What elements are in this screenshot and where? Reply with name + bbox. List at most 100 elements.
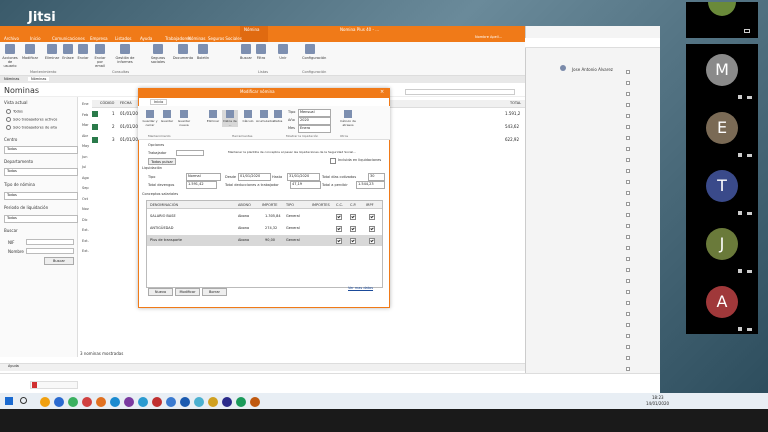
nif-input[interactable]	[26, 239, 74, 245]
dialog-toolbar-button-3[interactable]: Eliminar	[205, 110, 221, 123]
desde-input[interactable]: 01/01/2020	[238, 173, 271, 181]
taskbar-app-icon[interactable]	[124, 397, 134, 407]
month-item[interactable]: Ene	[82, 102, 89, 106]
dialog-close-icon[interactable]: ×	[380, 89, 384, 95]
dialog-button-2[interactable]: Borrar	[202, 288, 227, 296]
search-box[interactable]	[405, 89, 515, 95]
taskbar-search-icon[interactable]	[20, 397, 27, 404]
browser-checkbox[interactable]	[626, 246, 630, 250]
ano-input[interactable]: 2020	[298, 117, 331, 125]
browser-checkbox[interactable]	[626, 125, 630, 129]
taskbar-app-icon[interactable]	[222, 397, 232, 407]
table-header-4[interactable]: IMPORTES	[312, 203, 330, 207]
browser-checkbox[interactable]	[626, 213, 630, 217]
browser-checkbox[interactable]	[626, 290, 630, 294]
dialog-toolbar-button-9[interactable]: Cálculo de atrasos	[340, 110, 356, 127]
table-header-0[interactable]: DENOMINACIÓN	[150, 203, 178, 207]
participant-tile[interactable]: A	[686, 276, 758, 334]
browser-checkbox[interactable]	[626, 323, 630, 327]
browser-checkbox[interactable]	[626, 191, 630, 195]
browser-checkbox[interactable]	[626, 301, 630, 305]
month-item[interactable]: Abr	[82, 134, 88, 138]
cell-checkbox[interactable]	[350, 238, 356, 249]
table-header-1[interactable]: ABONO	[238, 203, 251, 207]
grid-header-codigo[interactable]: CÓDIGO	[100, 101, 114, 105]
month-item[interactable]: Feb	[82, 113, 88, 117]
dialog-button-0[interactable]: Nuevo	[148, 288, 173, 296]
taskbar-app-icon[interactable]	[236, 397, 246, 407]
participant-tile[interactable]: T	[686, 160, 758, 218]
tipo-select[interactable]: Todos	[4, 192, 78, 200]
browser-checkbox[interactable]	[626, 92, 630, 96]
taskbar-app-icon[interactable]	[180, 397, 190, 407]
ribbon-button-7[interactable]: Seguros sociales	[145, 44, 171, 74]
participant-tile[interactable]: M	[686, 44, 758, 102]
table-row[interactable]: ANTIGÜEDAD Abono 274,32 General	[147, 223, 382, 234]
incluida-checkbox[interactable]	[330, 158, 336, 166]
radio-activos[interactable]: Solo trabajadores activos	[6, 117, 57, 122]
ribbon-button-9[interactable]: Boletín	[190, 44, 216, 74]
screen-icon[interactable]	[744, 29, 750, 33]
browser-checkbox[interactable]	[626, 345, 630, 349]
ribbon-button-3[interactable]: Enlace	[60, 44, 76, 74]
dialog-toolbar-button-1[interactable]: Guardar	[159, 110, 175, 123]
tipo-select[interactable]: Mensual	[298, 109, 331, 117]
nombre-input[interactable]	[26, 248, 74, 254]
browser-user[interactable]: Jose Antonio Alvarez	[572, 67, 613, 72]
browser-checkbox[interactable]	[626, 235, 630, 239]
browser-checkbox[interactable]	[626, 257, 630, 261]
radio-alta[interactable]: Solo trabajadores de alta	[6, 125, 57, 130]
dialog-button-1[interactable]: Modificar	[175, 288, 200, 296]
month-item[interactable]: Nov	[82, 207, 89, 211]
table-header-2[interactable]: IMPORTE	[262, 203, 277, 207]
buscar-button[interactable]: Buscar	[44, 257, 74, 265]
taskbar-app-icon[interactable]	[54, 397, 64, 407]
ayuda-text[interactable]: Ayuda	[8, 364, 19, 368]
month-item[interactable]: Jul	[82, 165, 86, 169]
browser-checkbox[interactable]	[626, 367, 630, 371]
browser-checkbox[interactable]	[626, 224, 630, 228]
ver-mas-link[interactable]: Ver mas datos	[348, 286, 373, 290]
todos-button[interactable]: Todos pulsar	[148, 158, 176, 165]
month-item[interactable]: Ext.	[82, 239, 89, 243]
download-item[interactable]	[30, 381, 78, 389]
row-total[interactable]: 622,92	[505, 137, 519, 142]
ribbon-button-0[interactable]: Acciones de usuario	[2, 44, 18, 74]
radio-todos[interactable]: Todos	[6, 109, 23, 114]
doc-tab-1[interactable]: Nóminas	[4, 77, 19, 81]
dialog-toolbar-button-5[interactable]: Cálculo	[240, 110, 256, 123]
dialog-toolbar-button-0[interactable]: Guardar y cerrar	[142, 110, 158, 127]
taskbar-app-icon[interactable]	[250, 397, 260, 407]
browser-checkbox[interactable]	[626, 268, 630, 272]
month-item[interactable]: Ago	[82, 176, 89, 180]
browser-checkbox[interactable]	[626, 202, 630, 206]
month-item[interactable]: Mar	[82, 123, 89, 127]
participant-tile-self[interactable]	[686, 2, 758, 38]
month-item[interactable]: Jun	[82, 155, 87, 159]
browser-checkbox[interactable]	[626, 312, 630, 316]
taskbar-app-icon[interactable]	[208, 397, 218, 407]
cell-checkbox[interactable]	[336, 238, 342, 249]
ribbon-button-4[interactable]: Enviar	[75, 44, 91, 74]
browser-checkbox[interactable]	[626, 279, 630, 283]
taskbar-date[interactable]: 14/01/2020	[646, 401, 669, 406]
month-item[interactable]: Oct	[82, 197, 88, 201]
browser-checkbox[interactable]	[626, 180, 630, 184]
depto-select[interactable]: Todos	[4, 168, 78, 176]
centro-select[interactable]: Todos	[4, 146, 78, 154]
taskbar-app-icon[interactable]	[194, 397, 204, 407]
taskbar-app-icon[interactable]	[40, 397, 50, 407]
ribbon-button-10[interactable]: Buscar	[238, 44, 254, 74]
dias-input[interactable]: 30	[368, 173, 385, 181]
table-header-6[interactable]: C.P.	[350, 203, 356, 207]
trabajador-input[interactable]	[176, 150, 204, 156]
table-header-7[interactable]: IRPF	[366, 203, 374, 207]
browser-checkbox[interactable]	[626, 136, 630, 140]
row-code[interactable]: 1	[112, 111, 115, 116]
table-row[interactable]: Plus de transporte Abono 90,00 General	[147, 235, 382, 246]
taskbar-app-icon[interactable]	[152, 397, 162, 407]
tipo2-select[interactable]: Normal	[186, 173, 221, 181]
browser-checkbox[interactable]	[626, 334, 630, 338]
ribbon-button-12[interactable]: Unir	[275, 44, 291, 74]
taskbar-app-icon[interactable]	[138, 397, 148, 407]
